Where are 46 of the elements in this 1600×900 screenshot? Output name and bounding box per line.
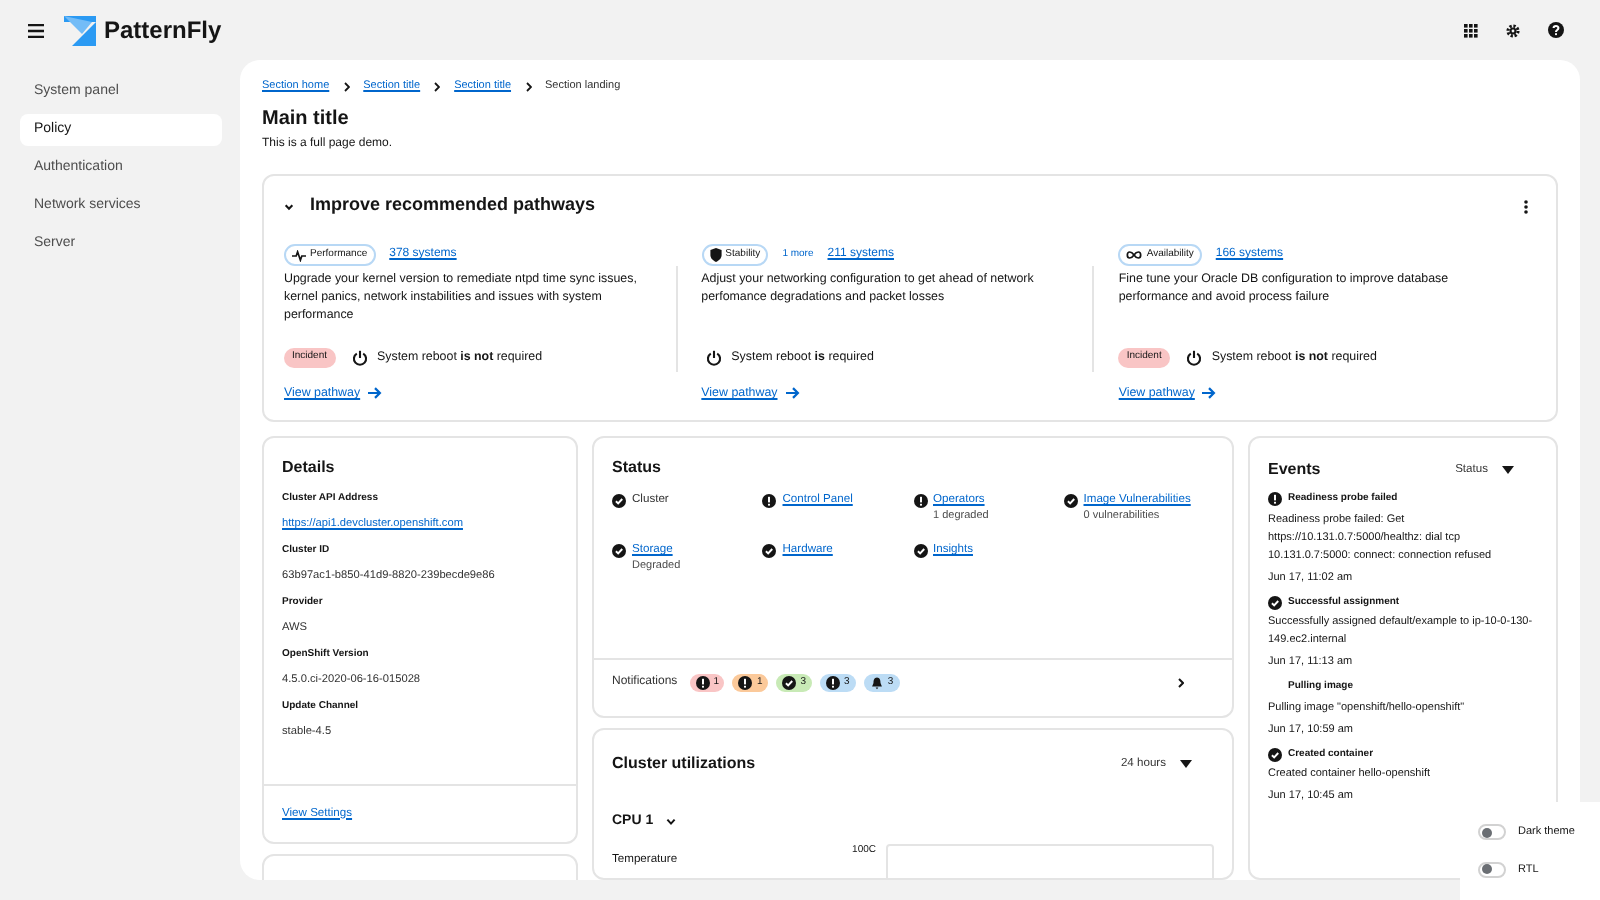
power-icon	[351, 349, 368, 366]
check-circle-icon	[1268, 595, 1282, 610]
exclamation-circle-icon	[826, 676, 841, 690]
exclamation-circle-icon	[913, 494, 927, 508]
chevron-down-icon	[665, 818, 676, 827]
events-title: Events	[1268, 458, 1321, 482]
chevron-right-icon	[343, 82, 350, 92]
chevron-right-icon	[434, 82, 441, 92]
arrow-right-icon	[785, 386, 800, 401]
exclamation-circle-icon	[695, 676, 710, 690]
power-icon	[1185, 349, 1202, 366]
check-circle-icon	[913, 544, 927, 558]
exclamation-circle-icon	[738, 676, 753, 690]
check-circle-icon	[1268, 747, 1282, 762]
toggle-switch[interactable]	[1478, 824, 1506, 841]
infinity-icon	[1126, 250, 1143, 260]
pulse-icon	[292, 249, 306, 261]
pathways-title: Improve recommended pathways	[310, 192, 596, 219]
toggle-switch[interactable]	[1478, 861, 1506, 878]
help-icon[interactable]	[1548, 22, 1564, 38]
arrow-right-icon	[368, 386, 383, 401]
utilization-title: Cluster utilizations	[612, 752, 756, 776]
exclamation-circle-icon	[762, 494, 777, 508]
page-title: Main title	[262, 108, 351, 132]
details-title: Details	[282, 456, 337, 480]
grid-icon[interactable]	[1464, 23, 1478, 37]
chevron-right-icon	[525, 82, 532, 92]
caret-down-icon	[1502, 466, 1514, 474]
status-title: Status	[612, 456, 663, 480]
check-circle-icon	[612, 494, 626, 508]
power-icon	[705, 349, 722, 366]
check-circle-icon	[762, 544, 777, 558]
chevron-down-icon[interactable]	[284, 201, 294, 211]
check-circle-icon	[782, 676, 797, 690]
chevron-right-icon[interactable]	[1178, 678, 1184, 688]
menu-icon[interactable]	[28, 23, 44, 37]
brand-name: PatternFly	[104, 14, 222, 48]
exclamation-circle-icon	[1268, 492, 1282, 507]
bell-icon	[869, 676, 884, 690]
arrow-right-icon	[1202, 386, 1217, 401]
check-circle-icon	[1063, 494, 1078, 508]
settings-icon[interactable]	[1506, 23, 1520, 37]
logo-icon	[64, 15, 96, 45]
check-circle-icon	[612, 544, 626, 558]
shield-icon	[709, 248, 722, 262]
caret-down-icon	[1180, 760, 1192, 768]
